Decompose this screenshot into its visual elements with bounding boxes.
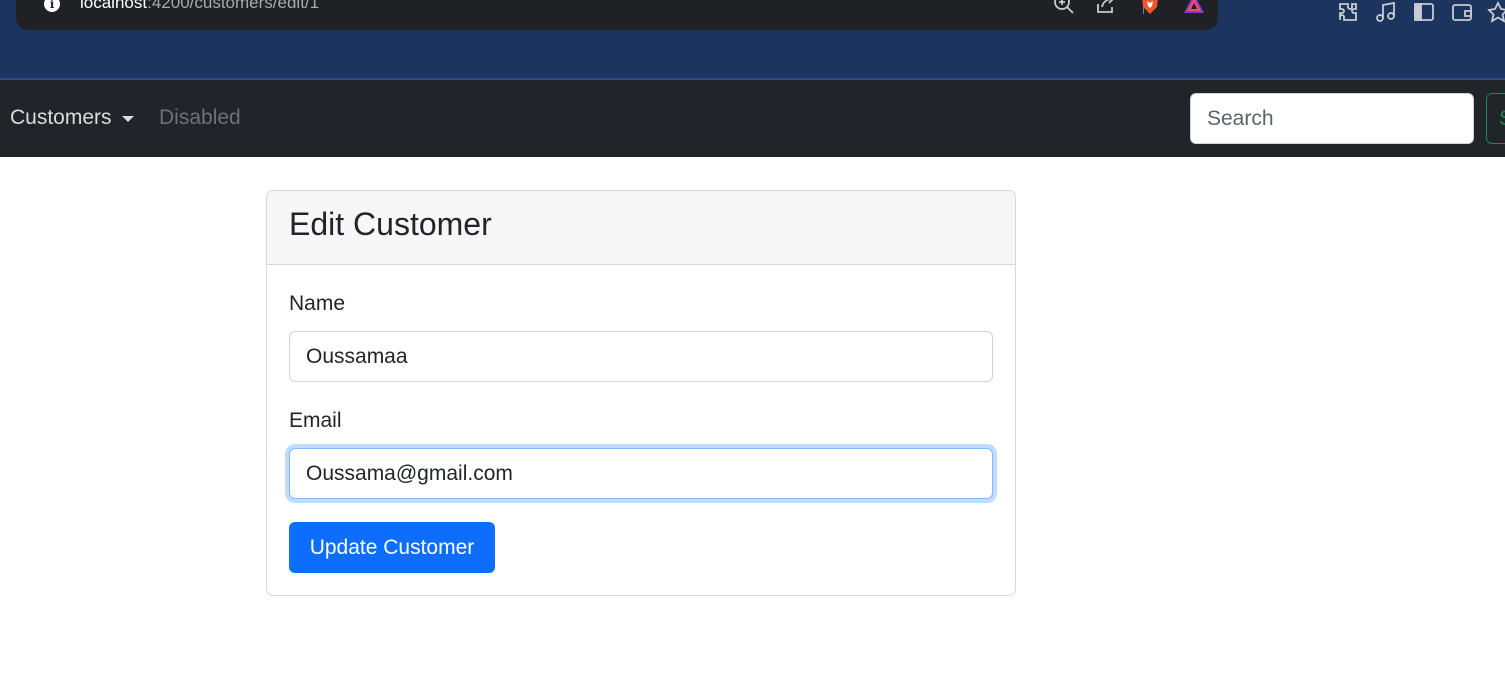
customers-dropdown[interactable]: Customers [10, 106, 134, 130]
url-path: :4200/customers/edit/1 [147, 0, 320, 12]
page-title: Edit Customer [289, 206, 492, 242]
address-bar[interactable]: i localhost:4200/customers/edit/1 [16, 0, 1218, 30]
navbar: Customers Disabled S [0, 80, 1505, 157]
name-field[interactable] [289, 331, 993, 382]
browser-toolbar: i localhost:4200/customers/edit/1 [0, 0, 1505, 79]
edit-customer-card: Edit Customer Name Email Update Customer [266, 190, 1016, 596]
email-label: Email [289, 409, 342, 432]
share-icon[interactable] [1094, 0, 1118, 16]
extensions-icon[interactable] [1336, 0, 1360, 24]
email-field[interactable] [289, 448, 993, 499]
url-text[interactable]: localhost:4200/customers/edit/1 [80, 0, 319, 13]
brave-rewards-icon[interactable] [1182, 0, 1206, 16]
sidebar-icon[interactable] [1412, 0, 1436, 24]
customers-label: Customers [10, 106, 112, 129]
url-host: localhost [80, 0, 148, 12]
zoom-icon[interactable] [1052, 0, 1076, 16]
chevron-down-icon [121, 116, 134, 122]
media-icon[interactable] [1374, 0, 1398, 24]
brave-shield-icon[interactable] [1138, 0, 1162, 16]
name-label: Name [289, 292, 346, 315]
update-customer-button[interactable]: Update Customer [289, 522, 495, 573]
info-icon[interactable]: i [44, 0, 60, 12]
nav-link-disabled: Disabled [159, 106, 241, 129]
bookmark-star-icon[interactable] [1486, 0, 1505, 24]
card-header: Edit Customer [267, 191, 1015, 265]
wallet-icon[interactable] [1450, 0, 1474, 24]
search-button[interactable]: S [1486, 93, 1505, 144]
search-input[interactable] [1190, 93, 1474, 144]
